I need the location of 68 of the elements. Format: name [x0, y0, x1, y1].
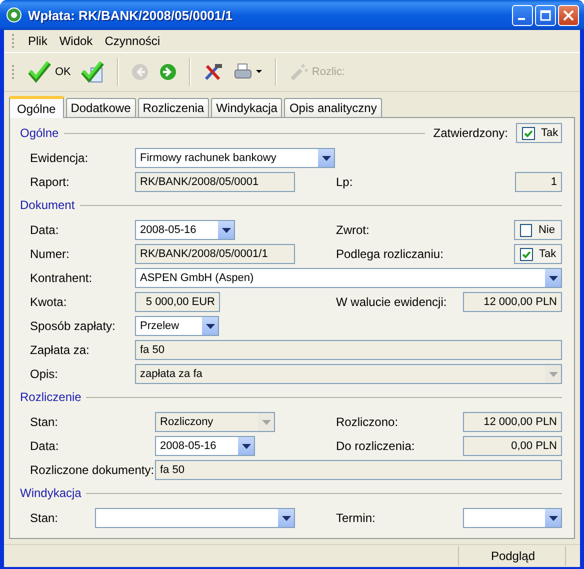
dropdown-field[interactable]: ASPEN GmbH (Aspen): [135, 268, 562, 288]
menu-item[interactable]: Plik: [22, 32, 54, 50]
toolbar-button[interactable]: OK: [24, 57, 75, 87]
text-field[interactable]: RK/BANK/2008/05/0001: [135, 172, 295, 192]
field-label: Opis:: [30, 367, 60, 381]
dropdown-field[interactable]: 2008-05-16: [135, 220, 235, 240]
magic-wand-icon: [288, 62, 309, 82]
menu-item[interactable]: Czynności: [98, 32, 166, 50]
checkmark-icon: [521, 248, 532, 260]
maximize-icon: [540, 10, 551, 20]
field-label: Zwrot:: [336, 223, 370, 237]
maximize-button[interactable]: [535, 4, 556, 26]
text-field[interactable]: fa 50: [135, 340, 562, 360]
checkbox[interactable]: Tak: [514, 244, 562, 264]
minimize-icon: [518, 18, 524, 20]
field-label: Termin:: [336, 511, 376, 525]
section-title: Dokument: [20, 198, 75, 212]
field-label: Ewidencja:: [30, 151, 90, 165]
field-label: Data:: [30, 439, 60, 453]
dropdown-field[interactable]: Firmowy rachunek bankowy: [135, 148, 335, 168]
window-title: Wpłata: RK/BANK/2008/05/0001/1: [28, 8, 234, 22]
checkbox[interactable]: Tak: [516, 123, 562, 143]
tab[interactable]: Ogólne: [9, 96, 64, 118]
section-title: Rozliczenie: [20, 390, 82, 404]
tab[interactable]: Rozliczenia: [138, 98, 210, 117]
checkmark-icon: [523, 128, 534, 138]
field-label: Raport:: [30, 175, 70, 189]
menu-item[interactable]: Widok: [53, 32, 99, 50]
field-label: Numer:: [30, 247, 70, 261]
amount-field[interactable]: 5 000,00 EUR: [135, 292, 220, 312]
field-label: Zatwierdzony:: [433, 126, 508, 140]
tab[interactable]: Windykacja: [211, 98, 282, 117]
check-document-icon: [80, 60, 105, 84]
dropdown-field[interactable]: 2008-05-16: [155, 436, 255, 456]
field-label: Stan:: [30, 415, 60, 429]
section-title: Windykacja: [20, 486, 82, 500]
field-label: Rozliczono:: [336, 415, 398, 429]
field-label: W walucie ewidencji:: [336, 295, 447, 309]
tools-icon: [202, 62, 223, 82]
checkmark-icon: [28, 60, 52, 84]
field-label: Lp:: [336, 175, 353, 189]
amount-field[interactable]: 1: [515, 172, 562, 192]
section-title: Ogólne: [20, 126, 59, 140]
dropdown-field[interactable]: Przelew: [135, 316, 219, 336]
field-label: Data:: [30, 223, 60, 237]
field-label: Podlega rozliczaniu:: [336, 247, 444, 261]
text-field[interactable]: fa 50: [155, 460, 562, 480]
dropdown-field[interactable]: [95, 508, 295, 528]
field-label: Zapłata za:: [30, 343, 90, 357]
app-icon: [6, 7, 22, 23]
close-button[interactable]: [558, 4, 579, 26]
status-text: Podgląd: [458, 546, 566, 566]
checkbox[interactable]: Nie: [514, 220, 562, 240]
amount-field[interactable]: 0,00 PLN: [463, 436, 562, 456]
tab[interactable]: Dodatkowe: [66, 98, 136, 117]
minimize-button[interactable]: [512, 4, 533, 26]
amount-field[interactable]: 12 000,00 PLN: [463, 292, 562, 312]
close-icon: [563, 10, 574, 20]
field-label: Sposób zapłaty:: [30, 319, 116, 333]
field-label: Do rozliczenia:: [336, 439, 415, 453]
field-label: Rozliczone dokumenty:: [30, 463, 155, 477]
field-label: Kontrahent:: [30, 271, 94, 285]
field-label: Kwota:: [30, 295, 68, 309]
field-label: Stan:: [30, 511, 60, 525]
dropdown-field[interactable]: [463, 508, 562, 528]
tab[interactable]: Opis analityczny: [284, 98, 382, 117]
text-field[interactable]: RK/BANK/2008/05/0001/1: [135, 244, 295, 264]
amount-field[interactable]: 12 000,00 PLN: [463, 412, 562, 432]
